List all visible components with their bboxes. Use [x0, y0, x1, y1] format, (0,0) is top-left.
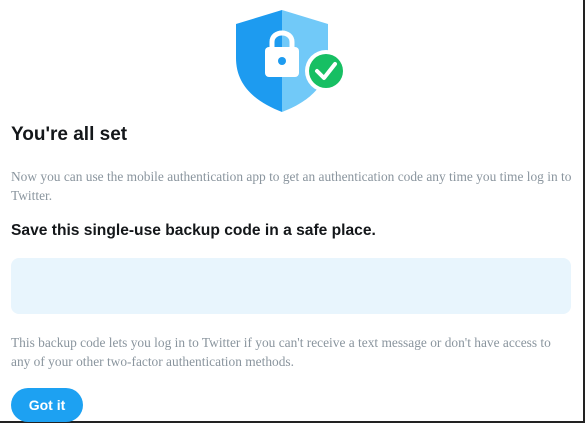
shield-lock-check-icon: [234, 8, 348, 112]
got-it-button[interactable]: Got it: [11, 388, 83, 422]
backup-code-note: This backup code lets you log in to Twit…: [11, 335, 551, 369]
backup-code-heading: Save this single-use backup code in a sa…: [11, 222, 376, 239]
page-title: You're all set: [11, 124, 128, 145]
backup-code-box: [11, 258, 571, 314]
setup-description: Now you can use the mobile authenticatio…: [11, 169, 572, 203]
setup-complete-screen: You're all set Now you can use the mobil…: [0, 0, 585, 423]
